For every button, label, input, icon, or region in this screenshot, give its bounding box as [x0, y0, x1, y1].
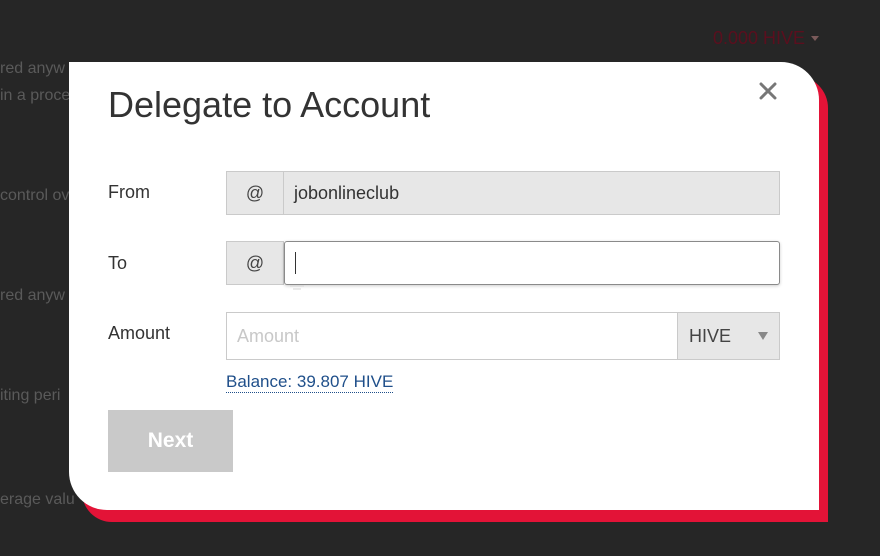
to-label: To — [108, 253, 128, 273]
asset-selected-value: HIVE — [689, 325, 732, 346]
background-text-3: control ov — [0, 187, 70, 204]
close-icon — [759, 82, 777, 100]
from-at-addon: @ — [226, 171, 284, 215]
next-button[interactable]: Next — [108, 410, 233, 472]
amount-input[interactable]: Amount — [226, 312, 678, 360]
to-at-addon: @ — [226, 241, 284, 285]
background-text-1: red anyw — [0, 60, 65, 77]
close-button[interactable] — [755, 78, 781, 104]
amount-placeholder: Amount — [237, 325, 300, 346]
from-field: jobonlineclub — [284, 171, 780, 215]
background-text-4: red anyw — [0, 287, 65, 304]
asset-select[interactable]: HIVE — [678, 312, 780, 360]
chevron-down-icon — [758, 332, 768, 340]
balance-link[interactable]: Balance: 39.807 HIVE — [226, 372, 394, 393]
amount-label: Amount — [108, 323, 171, 343]
from-value: jobonlineclub — [294, 182, 400, 203]
background-text-5: iting peri — [0, 387, 61, 404]
to-input[interactable] — [284, 241, 780, 285]
delegate-modal: Delegate to Account From @ jobonlineclub… — [69, 62, 819, 510]
background-text-6: erage valu — [0, 491, 75, 508]
resize-handle-icon — [290, 285, 304, 290]
caret-down-icon — [811, 36, 820, 41]
background-text-2: in a proce — [0, 87, 71, 104]
modal-title: Delegate to Account — [108, 84, 431, 125]
background-balance-value: 0.000 HIVE — [713, 28, 806, 48]
text-cursor — [295, 252, 296, 274]
background-balance-dropdown: 0.000 HIVE — [713, 28, 820, 49]
from-label: From — [108, 182, 150, 202]
